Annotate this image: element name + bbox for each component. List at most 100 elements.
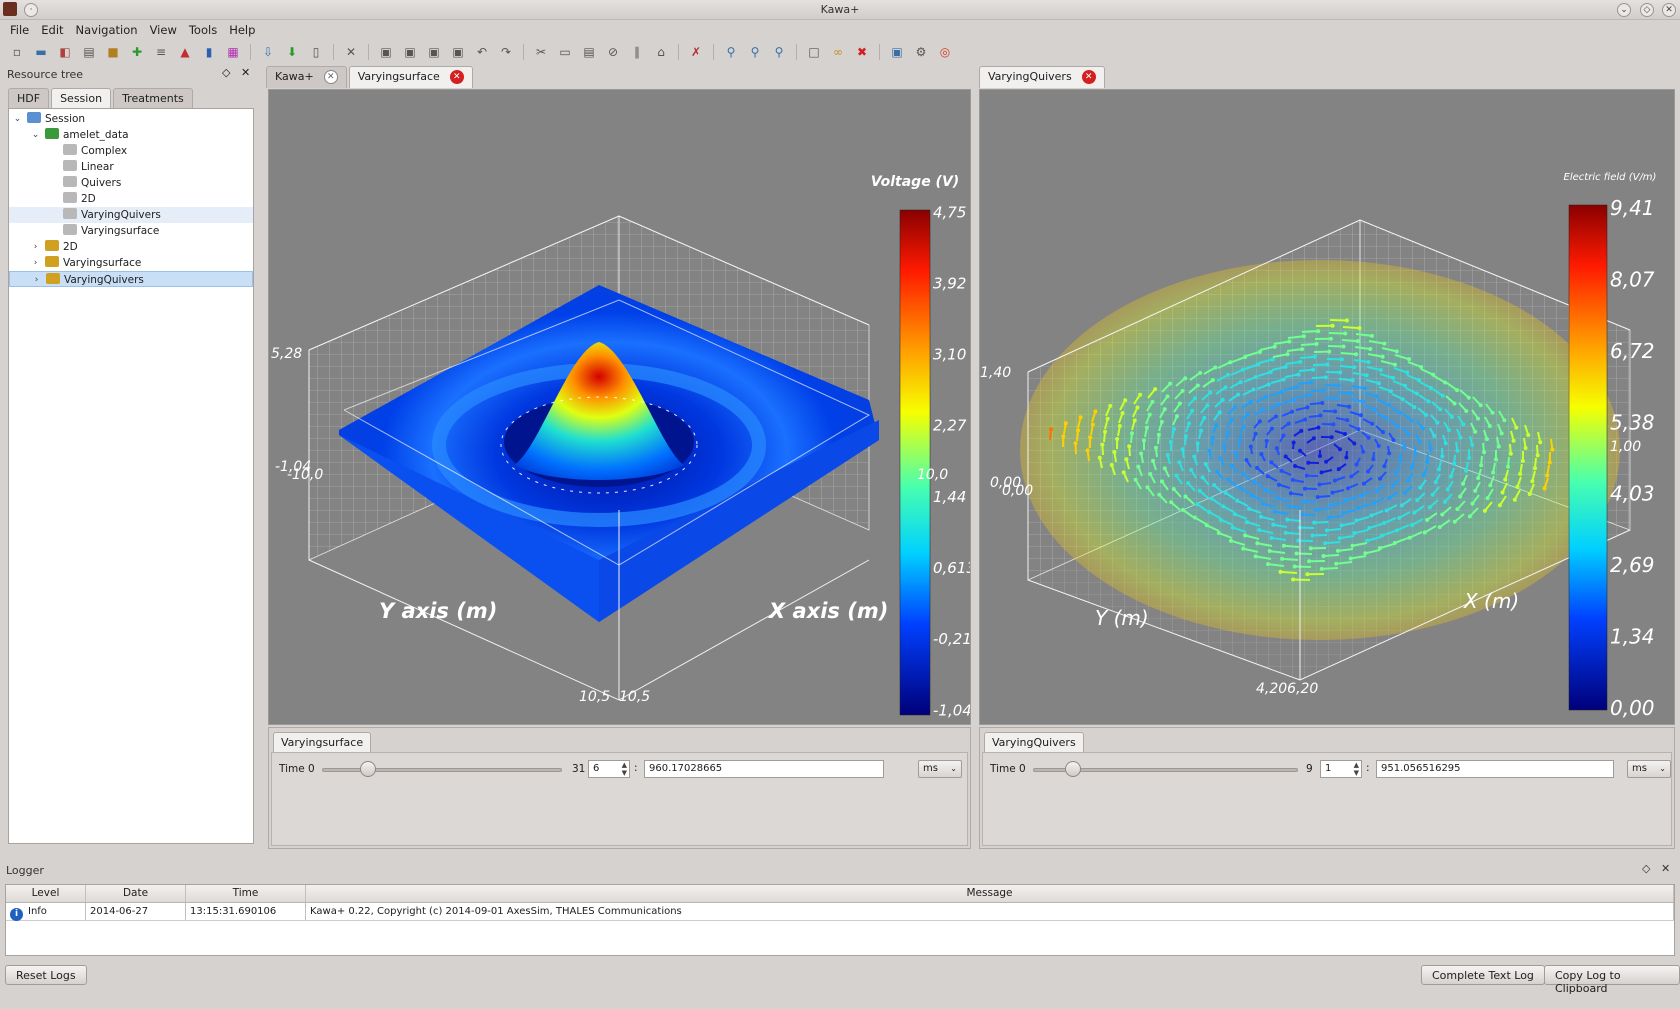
- time-value-field[interactable]: 951.056516295: [1376, 760, 1614, 778]
- menu-file[interactable]: File: [4, 21, 35, 41]
- tab-varyingsurface[interactable]: Varyingsurface ✕: [348, 66, 473, 88]
- binoculars-icon[interactable]: ∞: [827, 43, 849, 61]
- quiver-3d-view[interactable]: Electric field (V/m) 9,41 8,07 6,72 5,38 4,0…: [979, 89, 1675, 725]
- tab-kawa[interactable]: Kawa+ ✕: [266, 66, 347, 88]
- tree-item[interactable]: ⌄ Session: [9, 111, 253, 127]
- menu-view[interactable]: View: [144, 21, 183, 41]
- cut-icon[interactable]: ✂: [530, 43, 552, 61]
- remove-icon[interactable]: ✖: [851, 43, 873, 61]
- surface-3d-view[interactable]: Voltage (V) 4,75 3,92 3,10 2,27 1,44 0,613 -0,…: [268, 89, 971, 725]
- delete-icon[interactable]: ✕: [340, 43, 362, 61]
- document-icon[interactable]: ▯: [305, 43, 327, 61]
- resource-tree[interactable]: ⌄ Session ⌄ amelet_data Complex Linear Quivers…: [8, 108, 254, 844]
- save-all-icon[interactable]: ▣: [423, 43, 445, 61]
- download-icon[interactable]: ⬇: [281, 43, 303, 61]
- expander-icon[interactable]: ›: [31, 239, 40, 255]
- bar-chart-icon[interactable]: ▮: [198, 43, 220, 61]
- home-icon[interactable]: ⌂: [650, 43, 672, 61]
- close-icon[interactable]: ✕: [1662, 3, 1676, 17]
- reset-logs-button[interactable]: Reset Logs: [5, 965, 87, 985]
- tab-treatments[interactable]: Treatments: [113, 88, 193, 108]
- expander-icon[interactable]: ›: [32, 272, 41, 288]
- grid-icon[interactable]: ▦: [222, 43, 244, 61]
- time-slider-handle[interactable]: [1064, 761, 1081, 777]
- col-level[interactable]: Level: [6, 885, 86, 902]
- expander-icon[interactable]: ⌄: [13, 111, 22, 127]
- tree-item[interactable]: Complex: [9, 143, 253, 159]
- time-step-spinbox[interactable]: 1 ▲ ▼: [1320, 760, 1362, 778]
- tree-item[interactable]: › VaryingQuivers: [9, 271, 253, 287]
- zoom-fit-icon[interactable]: ⚲: [768, 43, 790, 61]
- close-tab-icon[interactable]: ✕: [449, 70, 464, 84]
- open-image-icon[interactable]: ▬: [30, 43, 52, 61]
- log-row[interactable]: i Info 2014-06-27 13:15:31.690106 Kawa+ 0…: [6, 903, 1674, 921]
- menu-help[interactable]: Help: [223, 21, 261, 41]
- package-icon[interactable]: ■: [102, 43, 124, 61]
- pause-icon[interactable]: ∥: [626, 43, 648, 61]
- time-slider-handle[interactable]: [359, 761, 376, 777]
- add-icon[interactable]: ✚: [126, 43, 148, 61]
- tree-item[interactable]: › Varyingsurface: [9, 255, 253, 271]
- screenshot-icon[interactable]: ▣: [886, 43, 908, 61]
- copy-log-button[interactable]: Copy Log to Clipboard: [1544, 965, 1680, 995]
- tree-item[interactable]: Varyingsurface: [9, 223, 253, 239]
- quiver-control-tab[interactable]: VaryingQuivers: [984, 732, 1084, 752]
- unit-select[interactable]: ms ⌄: [918, 760, 962, 778]
- unit-select[interactable]: ms ⌄: [1627, 760, 1671, 778]
- close-tab-icon[interactable]: ✕: [323, 70, 338, 84]
- col-message[interactable]: Message: [306, 885, 1674, 902]
- surface-control-tab[interactable]: Varyingsurface: [273, 732, 372, 752]
- save-copy-icon[interactable]: ▣: [447, 43, 469, 61]
- zoom-out-icon[interactable]: ⚲: [744, 43, 766, 61]
- tab-varyingquivers[interactable]: VaryingQuivers ✕: [979, 66, 1105, 88]
- maximize-icon[interactable]: ◇: [1640, 3, 1654, 17]
- complete-text-log-button[interactable]: Complete Text Log: [1421, 965, 1545, 985]
- spin-arrows-icon[interactable]: ▲ ▼: [622, 761, 627, 777]
- time-value-field[interactable]: 960.17028665: [644, 760, 884, 778]
- menu-tools[interactable]: Tools: [183, 21, 223, 41]
- stack-icon[interactable]: ≡: [150, 43, 172, 61]
- help-lifebuoy-icon[interactable]: ◎: [934, 43, 956, 61]
- import-icon[interactable]: ⇩: [257, 43, 279, 61]
- tools-icon[interactable]: ✗: [685, 43, 707, 61]
- tree-item[interactable]: VaryingQuivers: [9, 207, 253, 223]
- close-panel-icon[interactable]: ✕: [241, 66, 250, 79]
- float-panel-icon[interactable]: ◇: [222, 66, 230, 79]
- tab-session[interactable]: Session: [51, 88, 112, 108]
- paste-icon[interactable]: ▤: [578, 43, 600, 61]
- menu-edit[interactable]: Edit: [35, 21, 69, 41]
- expander-icon[interactable]: ›: [31, 255, 40, 271]
- col-date[interactable]: Date: [86, 885, 186, 902]
- close-panel-icon[interactable]: ✕: [1661, 862, 1670, 875]
- save-as-icon[interactable]: ▣: [399, 43, 421, 61]
- expander-icon[interactable]: ⌄: [31, 127, 40, 143]
- tree-item[interactable]: Linear: [9, 159, 253, 175]
- col-time[interactable]: Time: [186, 885, 306, 902]
- frame-icon[interactable]: □: [803, 43, 825, 61]
- quiver-plot[interactable]: Electric field (V/m) 9,41 8,07 6,72 5,38 4,0…: [980, 90, 1675, 725]
- new-icon[interactable]: ▫: [6, 43, 28, 61]
- block-icon[interactable]: ⊘: [602, 43, 624, 61]
- tree-item[interactable]: › 2D: [9, 239, 253, 255]
- time-step-spinbox[interactable]: 6 ▲ ▼: [588, 760, 630, 778]
- open-pdf-icon[interactable]: ◧: [54, 43, 76, 61]
- shapes-icon[interactable]: ▲: [174, 43, 196, 61]
- tree-item[interactable]: ⌄ amelet_data: [9, 127, 253, 143]
- float-panel-icon[interactable]: ◇: [1642, 862, 1650, 875]
- tab-hdf[interactable]: HDF: [8, 88, 50, 108]
- time-slider[interactable]: [322, 768, 562, 772]
- menu-navigation[interactable]: Navigation: [70, 21, 144, 41]
- close-tab-icon[interactable]: ✕: [1081, 70, 1096, 84]
- settings-icon[interactable]: ⚙: [910, 43, 932, 61]
- undo-icon[interactable]: ↶: [471, 43, 493, 61]
- save-icon[interactable]: ▣: [375, 43, 397, 61]
- copy-icon[interactable]: ▭: [554, 43, 576, 61]
- surface-plot[interactable]: Voltage (V) 4,75 3,92 3,10 2,27 1,44 0,613 -0,…: [269, 90, 971, 725]
- zoom-in-icon[interactable]: ⚲: [720, 43, 742, 61]
- database-icon[interactable]: ▤: [78, 43, 100, 61]
- redo-icon[interactable]: ↷: [495, 43, 517, 61]
- spin-arrows-icon[interactable]: ▲ ▼: [1354, 761, 1359, 777]
- tree-item[interactable]: Quivers: [9, 175, 253, 191]
- minimize-icon[interactable]: ⌄: [1617, 3, 1631, 17]
- tree-item[interactable]: 2D: [9, 191, 253, 207]
